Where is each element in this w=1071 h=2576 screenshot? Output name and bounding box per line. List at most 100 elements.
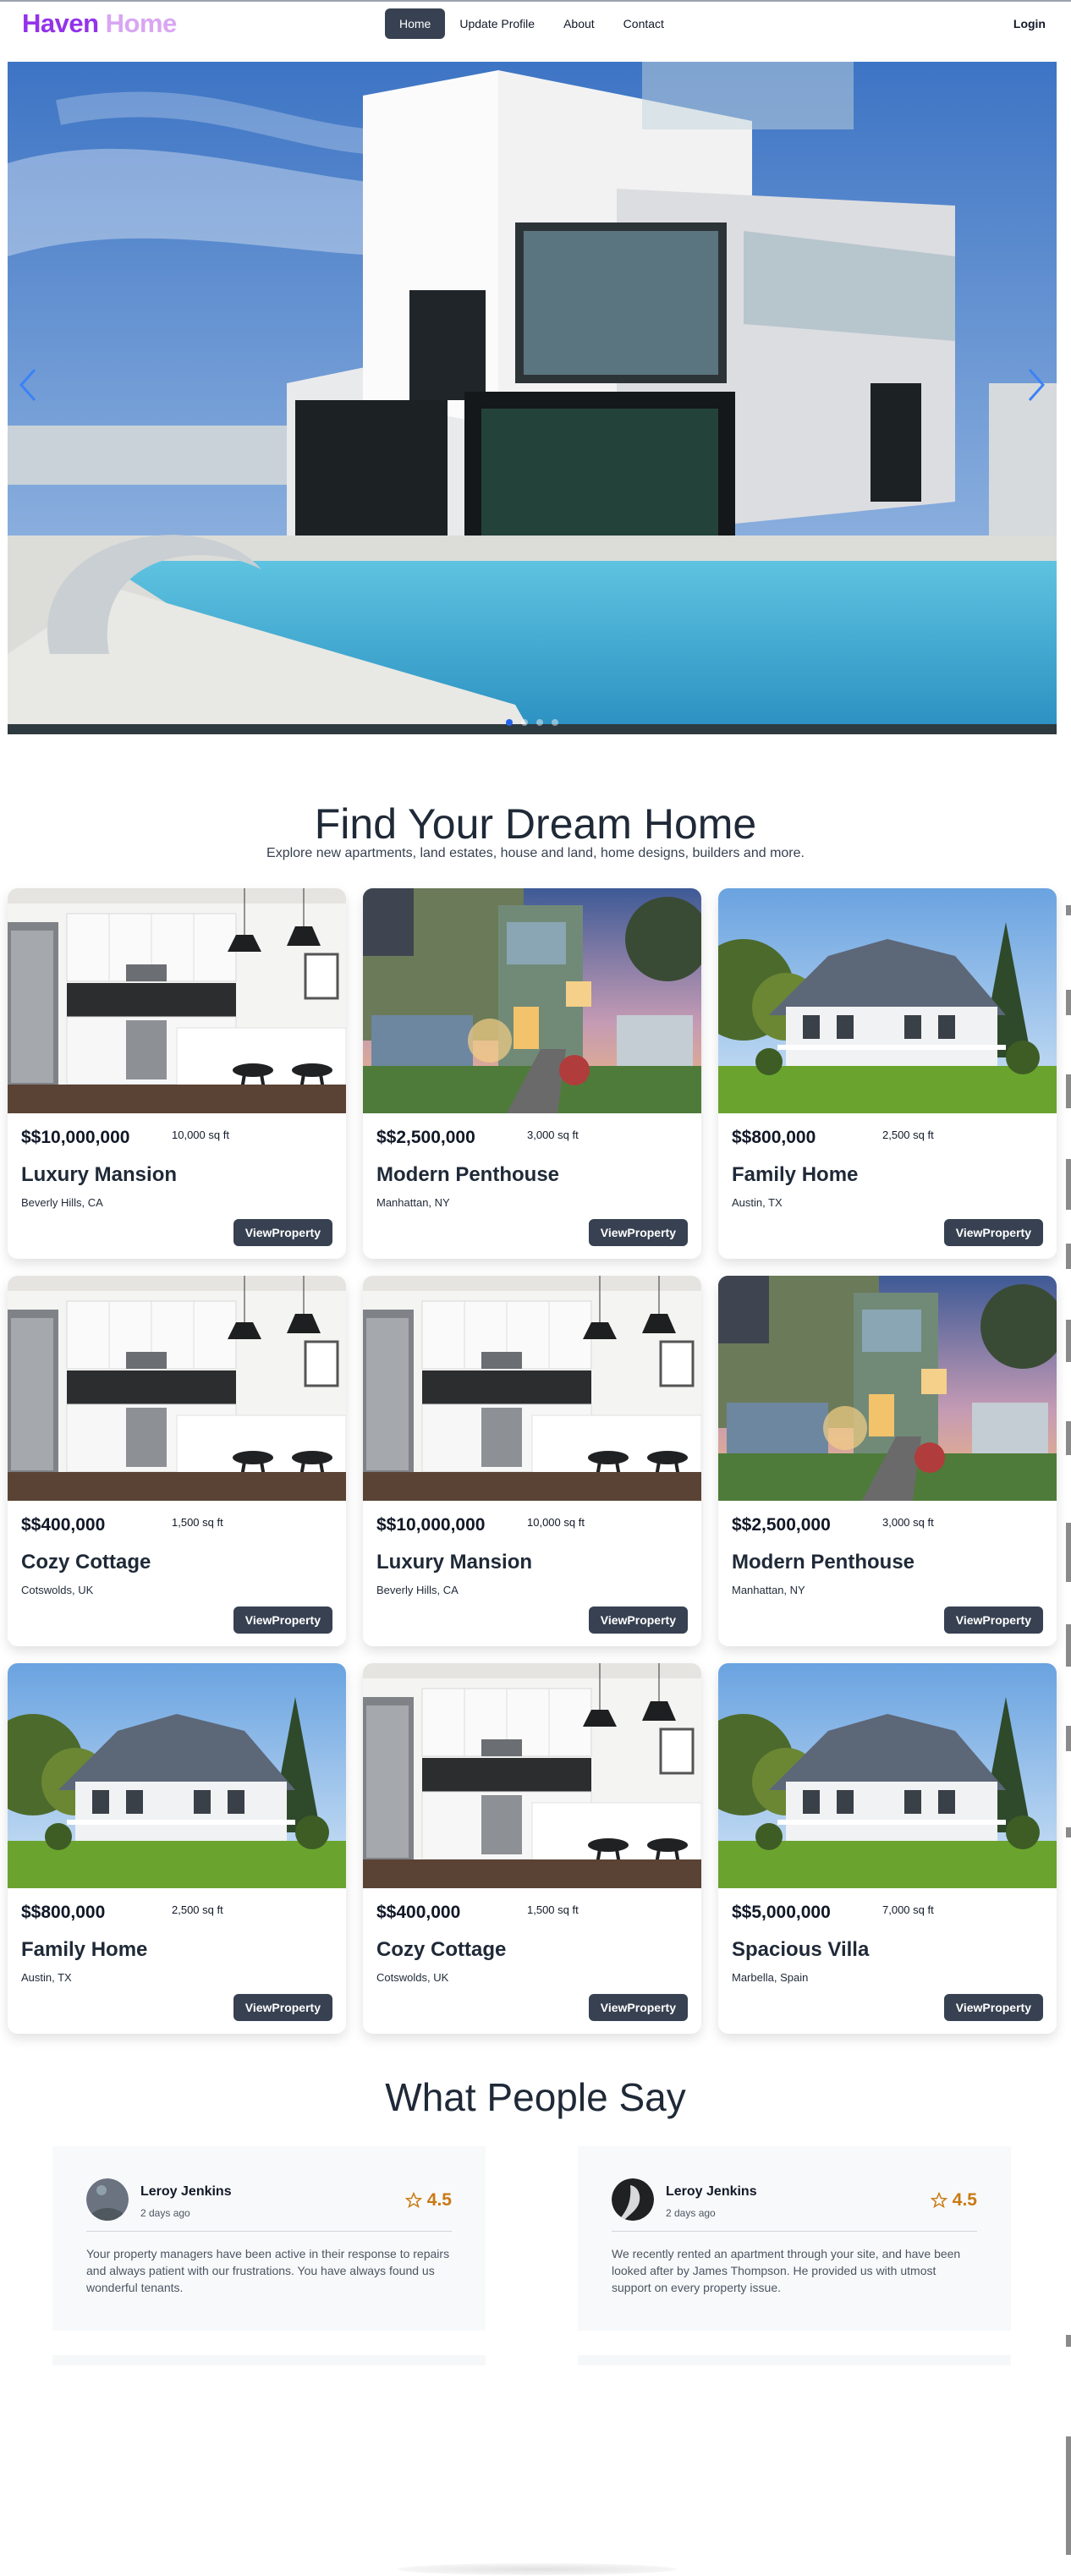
star-icon (930, 2192, 947, 2209)
view-property-button[interactable]: ViewProperty (588, 1219, 688, 1246)
property-price: $$2,500,000 (376, 1128, 475, 1147)
rating-value: 4.5 (952, 2190, 977, 2210)
brand-name-part1: Haven (22, 8, 99, 38)
property-area: 1,500 sq ft (172, 1516, 223, 1529)
carousel-dot[interactable] (521, 719, 528, 726)
scrollbar-mark (1066, 905, 1071, 915)
property-title: Modern Penthouse (376, 1163, 560, 1186)
hero-carousel (8, 62, 1057, 734)
property-image (8, 888, 346, 1113)
avatar (86, 2178, 129, 2221)
property-price: $$5,000,000 (732, 1903, 831, 1922)
carousel-dot[interactable] (536, 719, 543, 726)
nav-link-update-profile[interactable]: Update Profile (445, 8, 549, 39)
property-area: 3,000 sq ft (882, 1516, 934, 1529)
view-property-button[interactable]: ViewProperty (233, 1994, 332, 2021)
view-property-button[interactable]: ViewProperty (943, 1219, 1043, 1246)
property-image (8, 1276, 346, 1501)
property-title: Family Home (21, 1938, 148, 1961)
property-image (363, 1276, 701, 1501)
property-price: $$400,000 (21, 1515, 106, 1535)
property-image (363, 1663, 701, 1888)
scrollbar-mark (1066, 1827, 1071, 1837)
property-price: $$2,500,000 (732, 1515, 831, 1535)
property-price: $$10,000,000 (376, 1515, 486, 1535)
property-image (718, 888, 1057, 1113)
review-rating: 4.5 (404, 2190, 452, 2211)
testimonial-card-placeholder (578, 2355, 1011, 2365)
property-card: $$2,500,000 3,000 sq ft Modern Penthouse Ma… (363, 888, 701, 1259)
scrollbar-mark (1066, 1320, 1071, 1362)
property-price: $$400,000 (376, 1903, 461, 1922)
scrollbar-mark (1066, 1074, 1071, 1108)
reviewer-name: Leroy Jenkins (140, 2184, 232, 2199)
scrollbar-mark (1066, 990, 1071, 1015)
property-title: Luxury Mansion (21, 1163, 178, 1186)
property-area: 7,000 sq ft (882, 1903, 934, 1916)
property-card: $$800,000 2,500 sq ft Family Home Austin, T… (8, 1663, 346, 2034)
carousel-dot[interactable] (506, 719, 513, 726)
listings-subtitle: Explore new apartments, land estates, ho… (266, 846, 805, 860)
navbar: Haven Home Home Update Profile About Con… (0, 0, 1071, 46)
view-property-button[interactable]: ViewProperty (943, 1607, 1043, 1634)
chevron-right-icon[interactable] (1019, 360, 1053, 410)
property-location: Austin, TX (732, 1196, 783, 1209)
property-card: $$5,000,000 7,000 sq ft Spacious Villa Marb… (718, 1663, 1057, 2034)
property-image (363, 888, 701, 1113)
property-area: 2,500 sq ft (172, 1903, 223, 1916)
property-card: $$400,000 1,500 sq ft Cozy Cottage Cotswold… (363, 1663, 701, 2034)
property-grid: $$10,000,000 10,000 sq ft Luxury Mansion Be… (8, 888, 1057, 2034)
property-card: $$400,000 1,500 sq ft Cozy Cottage Cotswold… (8, 1276, 346, 1646)
nav-menu: Home Update Profile About Contact (385, 8, 678, 39)
property-title: Cozy Cottage (376, 1938, 507, 1961)
property-title: Modern Penthouse (732, 1551, 915, 1574)
nav-link-about[interactable]: About (549, 8, 609, 39)
review-date: 2 days ago (666, 2207, 716, 2219)
star-icon (404, 2192, 422, 2209)
property-location: Beverly Hills, CA (376, 1584, 459, 1596)
scrollbar-mark (1066, 1421, 1071, 1455)
view-property-button[interactable]: ViewProperty (588, 1607, 688, 1634)
property-area: 2,500 sq ft (882, 1129, 934, 1141)
view-property-button[interactable]: ViewProperty (943, 1994, 1043, 2021)
property-area: 10,000 sq ft (172, 1129, 229, 1141)
property-card: $$10,000,000 10,000 sq ft Luxury Mansion Be… (363, 1276, 701, 1646)
property-area: 10,000 sq ft (527, 1516, 585, 1529)
property-price: $$800,000 (21, 1903, 106, 1922)
brand-logo[interactable]: Haven Home (22, 8, 177, 39)
nav-link-home[interactable]: Home (385, 8, 446, 39)
property-location: Manhattan, NY (376, 1196, 450, 1209)
avatar (612, 2178, 654, 2221)
scrollbar-mark (1066, 1523, 1071, 1582)
nav-link-contact[interactable]: Contact (609, 8, 678, 39)
property-area: 1,500 sq ft (527, 1903, 579, 1916)
property-location: Cotswolds, UK (376, 1971, 449, 1984)
property-title: Cozy Cottage (21, 1551, 151, 1574)
scrollbar-mark (1066, 1726, 1071, 1751)
carousel-dot[interactable] (552, 719, 558, 726)
divider (86, 2231, 452, 2232)
chevron-left-icon[interactable] (11, 360, 45, 410)
property-card: $$800,000 2,500 sq ft Family Home Austin, T… (718, 888, 1057, 1259)
view-property-button[interactable]: ViewProperty (233, 1219, 332, 1246)
brand-name-part2: Home (105, 8, 178, 38)
property-image (8, 1663, 346, 1888)
hero-image (8, 62, 1057, 734)
property-title: Luxury Mansion (376, 1551, 533, 1574)
property-location: Manhattan, NY (732, 1584, 805, 1596)
login-button[interactable]: Login (1013, 17, 1046, 30)
scrollbar-mark (1066, 1159, 1071, 1210)
review-date: 2 days ago (140, 2207, 190, 2219)
property-image (718, 1276, 1057, 1501)
property-title: Spacious Villa (732, 1938, 870, 1961)
view-property-button[interactable]: ViewProperty (588, 1994, 688, 2021)
property-area: 3,000 sq ft (527, 1129, 579, 1141)
property-title: Family Home (732, 1163, 859, 1186)
review-rating: 4.5 (930, 2190, 977, 2211)
scrollbar-mark (1066, 1624, 1071, 1667)
property-card: $$2,500,000 3,000 sq ft Modern Penthouse Ma… (718, 1276, 1057, 1646)
property-location: Austin, TX (21, 1971, 72, 1984)
reviewer-name: Leroy Jenkins (666, 2184, 757, 2199)
view-property-button[interactable]: ViewProperty (233, 1607, 332, 1634)
rating-value: 4.5 (426, 2190, 452, 2210)
